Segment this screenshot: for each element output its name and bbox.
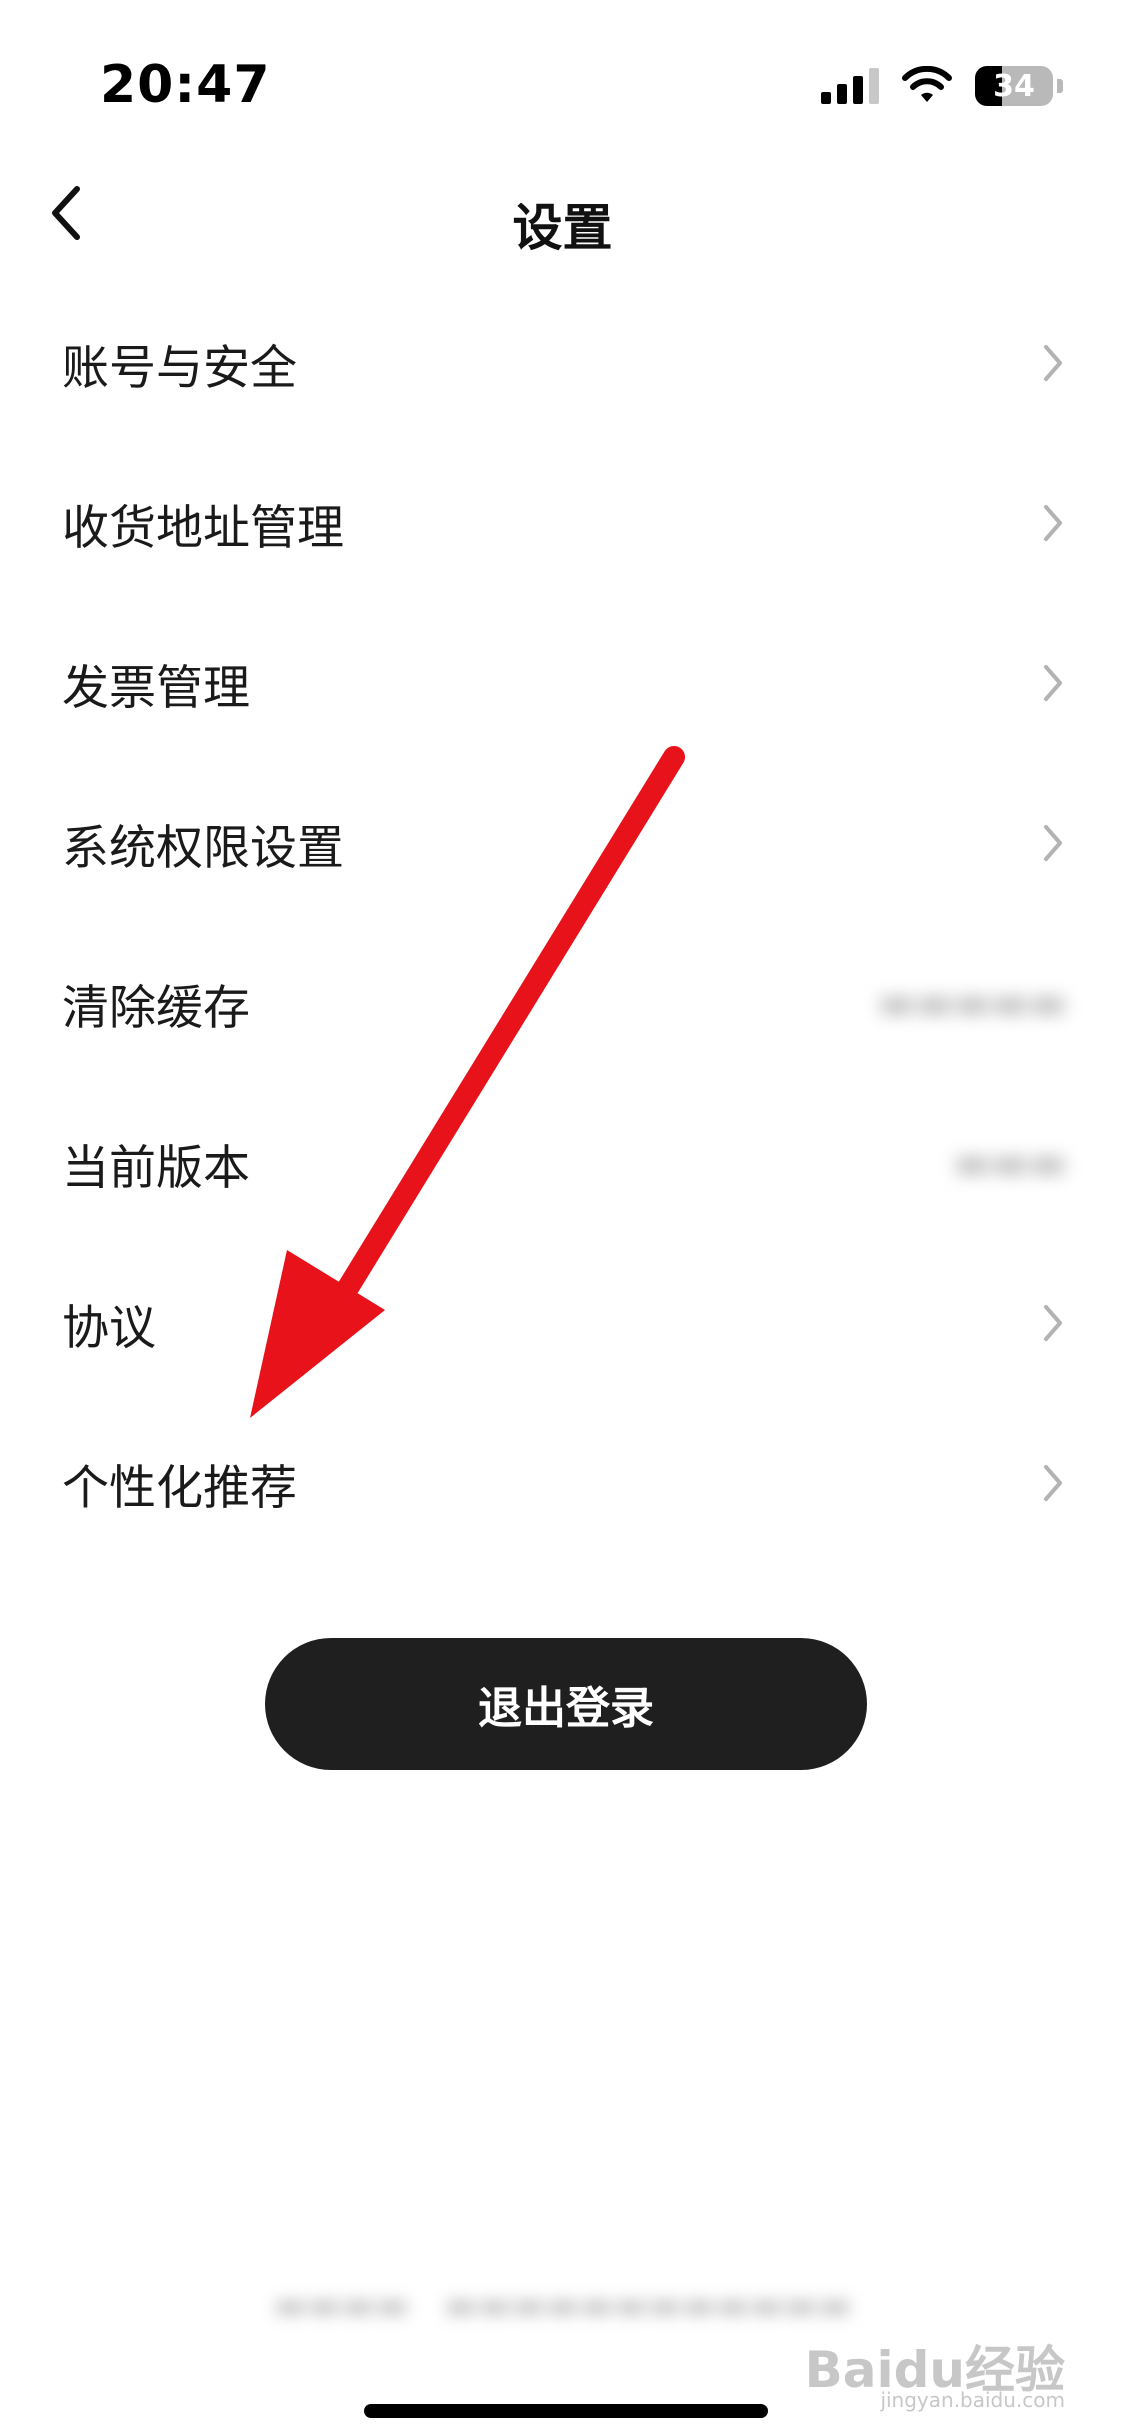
- settings-item-label: 发票管理: [62, 660, 250, 716]
- nav-bar: 设置: [0, 160, 1125, 270]
- settings-item-current-version[interactable]: 当前版本 ▬▬▬: [0, 1083, 1125, 1243]
- footer-legal-text-redacted: ▬▬▬▬ ▬▬▬▬▬▬▬▬▬▬▬▬: [273, 2285, 852, 2326]
- settings-item-label: 账号与安全: [62, 340, 297, 396]
- chevron-right-icon: [1033, 663, 1073, 703]
- version-value-redacted: ▬▬▬: [953, 1140, 1067, 1186]
- settings-item-invoice[interactable]: 发票管理: [0, 603, 1125, 763]
- status-bar: 20:47 34: [0, 0, 1125, 150]
- settings-item-label: 当前版本: [62, 1140, 250, 1196]
- settings-item-clear-cache[interactable]: 清除缓存 ▬▬▬▬▬: [0, 923, 1125, 1083]
- settings-item-label: 系统权限设置: [62, 820, 344, 876]
- settings-item-account-security[interactable]: 账号与安全: [0, 283, 1125, 443]
- page-title: 设置: [512, 199, 613, 257]
- status-icons: 34: [821, 64, 1063, 108]
- battery-nub: [1057, 79, 1063, 93]
- settings-list: 账号与安全 收货地址管理 发票管理 系统权限设置 清除缓存 ▬▬▬▬▬ 当前版本…: [0, 283, 1125, 1563]
- cellular-signal-icon: [821, 68, 879, 104]
- settings-item-agreement[interactable]: 协议: [0, 1243, 1125, 1403]
- chevron-right-icon: [1033, 1303, 1073, 1343]
- chevron-right-icon: [1033, 343, 1073, 383]
- settings-item-label: 收货地址管理: [62, 500, 344, 556]
- settings-item-label: 协议: [62, 1300, 156, 1356]
- watermark-url: jingyan.baidu.com: [880, 2388, 1065, 2412]
- baidu-jingyan-watermark: Baidu经验 jingyan.baidu.com: [805, 2330, 1065, 2412]
- chevron-right-icon: [1033, 503, 1073, 543]
- battery-percentage: 34: [993, 68, 1035, 104]
- wifi-icon: [902, 66, 952, 102]
- settings-item-personalized-recommendation[interactable]: 个性化推荐: [0, 1403, 1125, 1563]
- chevron-right-icon: [1033, 823, 1073, 863]
- cache-size-value-redacted: ▬▬▬▬▬: [878, 980, 1067, 1026]
- settings-item-system-permissions[interactable]: 系统权限设置: [0, 763, 1125, 923]
- home-indicator[interactable]: [364, 2404, 768, 2418]
- settings-item-shipping-address[interactable]: 收货地址管理: [0, 443, 1125, 603]
- chevron-right-icon: [1033, 1463, 1073, 1503]
- logout-button[interactable]: 退出登录: [265, 1638, 867, 1770]
- settings-item-label: 清除缓存: [62, 980, 250, 1036]
- battery-icon: 34: [975, 66, 1053, 106]
- settings-item-label: 个性化推荐: [62, 1460, 297, 1516]
- status-time: 20:47: [100, 55, 271, 115]
